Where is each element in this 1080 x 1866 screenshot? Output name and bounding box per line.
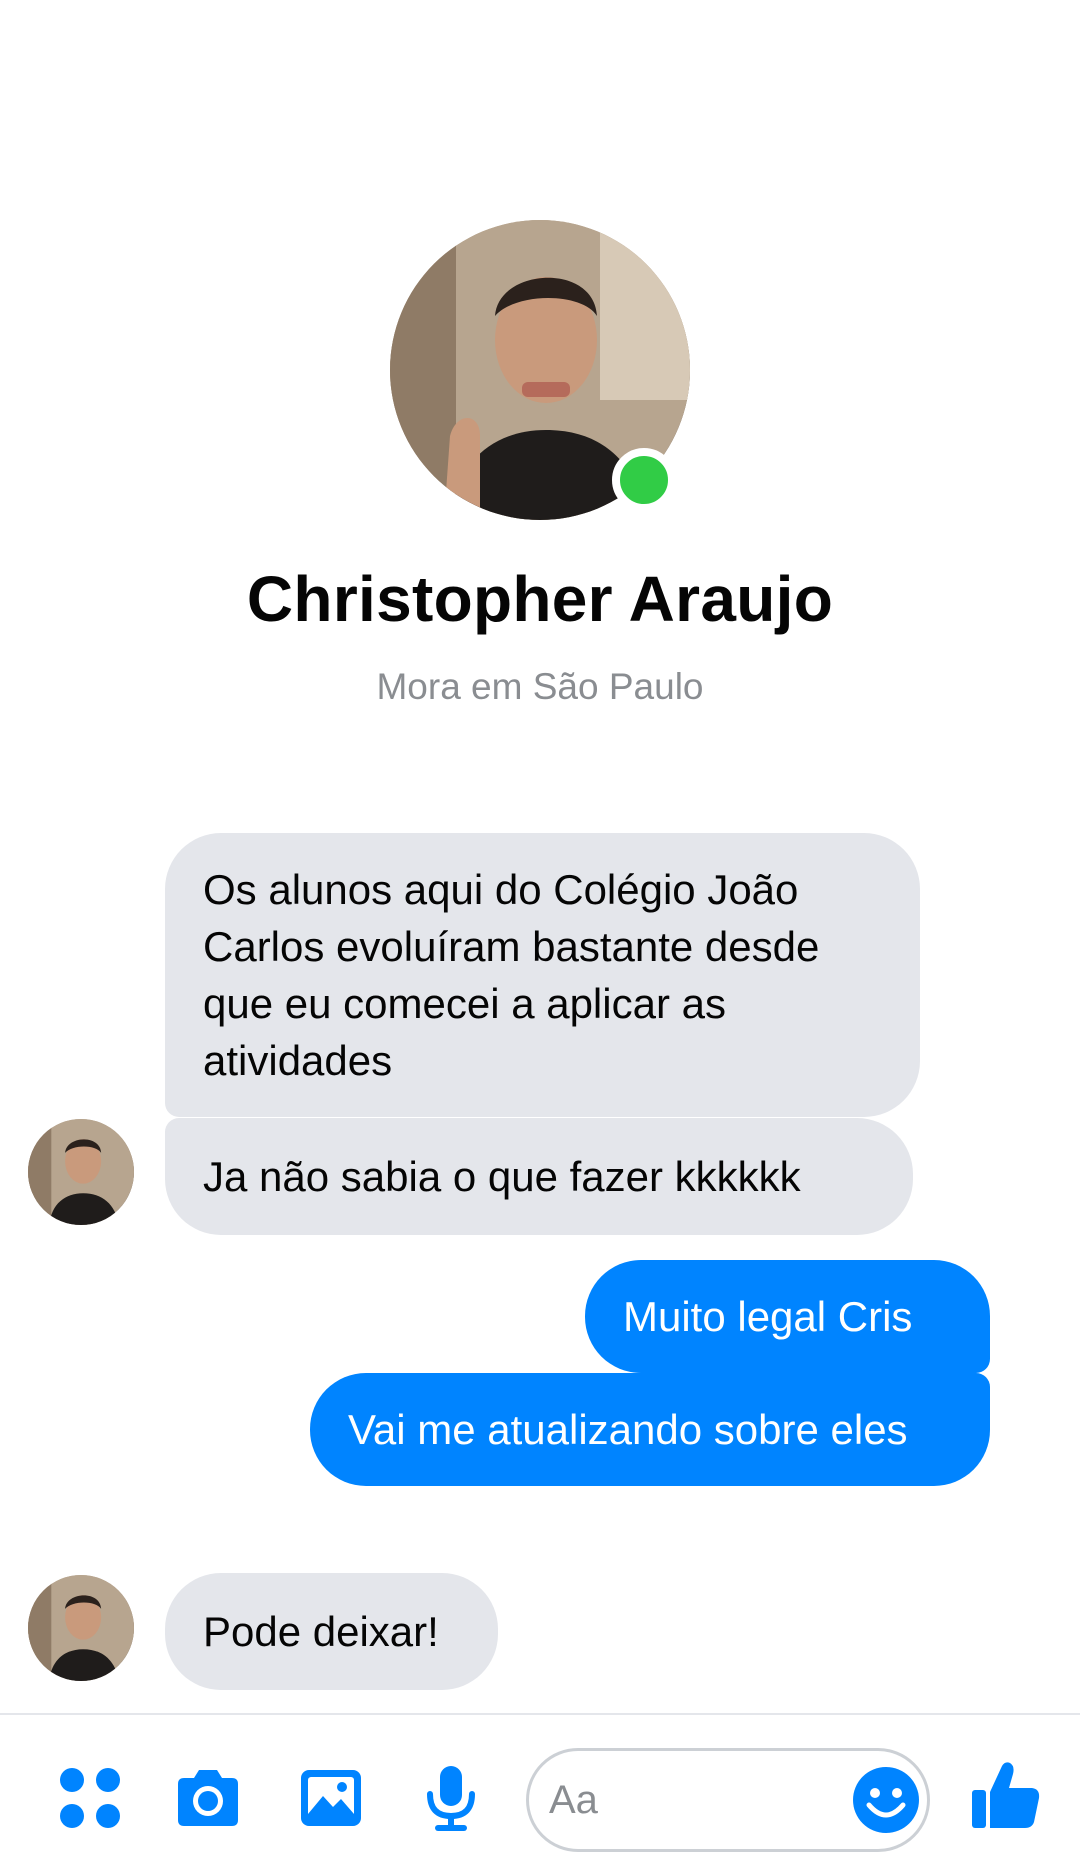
message-input[interactable] [549,1769,849,1831]
chat-screen: Christopher Araujo Mora em São Paulo Os … [0,0,1080,1866]
menu-icon[interactable] [54,1762,126,1834]
emoji-icon[interactable] [851,1765,921,1835]
message-bubble-incoming[interactable]: Pode deixar! [165,1573,498,1690]
sender-avatar[interactable] [28,1119,134,1225]
message-bubble-incoming[interactable]: Os alunos aqui do Colégio João Carlos ev… [165,833,920,1117]
message-input-container[interactable] [526,1748,930,1852]
message-bubble-incoming[interactable]: Ja não sabia o que fazer kkkkkk [165,1118,913,1235]
like-icon[interactable] [968,1758,1044,1834]
online-status-dot [612,448,676,512]
message-bubble-outgoing[interactable]: Vai me atualizando sobre eles [310,1373,990,1486]
gallery-icon[interactable] [295,1762,367,1834]
composer-divider [0,1713,1080,1715]
message-bubble-outgoing[interactable]: Muito legal Cris [585,1260,990,1373]
camera-icon[interactable] [172,1762,244,1834]
microphone-icon[interactable] [415,1762,487,1834]
sender-avatar[interactable] [28,1575,134,1681]
contact-location: Mora em São Paulo [376,666,704,707]
contact-name: Christopher Araujo [246,563,834,635]
